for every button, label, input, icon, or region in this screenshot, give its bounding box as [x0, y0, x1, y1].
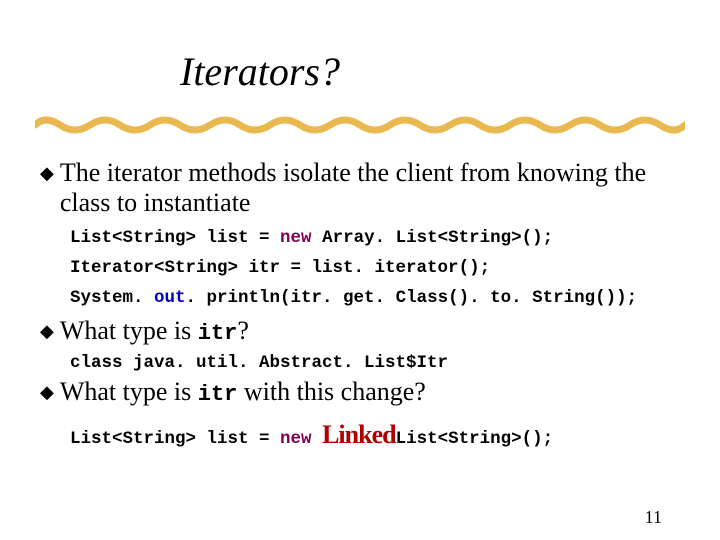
bullet-2-b: ? [237, 316, 249, 345]
code-line-4: class java. util. Abstract. List$Itr [70, 353, 680, 373]
linked-word: Linked [322, 420, 396, 449]
keyword-new: new [280, 228, 312, 248]
keyword-out: out [154, 288, 186, 308]
title-underline [35, 110, 685, 140]
bullet-3-b: with this change? [237, 377, 425, 406]
code-1-a: List<String> list = [70, 228, 280, 248]
bullet-3-code: itr [198, 382, 238, 407]
code-line-2: Iterator<String> itr = list. iterator(); [70, 258, 680, 278]
bullet-1-text: The iterator methods isolate the client … [60, 158, 680, 218]
code-5-c: List<String>(); [396, 429, 554, 449]
bullet-2: ◆ What type is itr? [40, 316, 680, 349]
slide-title: Iterators? [180, 50, 340, 94]
code-3-b: . println(itr. get. Class(). to. String(… [186, 288, 638, 308]
slide-body: ◆ The iterator methods isolate the clien… [40, 152, 680, 454]
bullet-3-a: What type is [60, 377, 198, 406]
bullet-3-text: What type is itr with this change? [60, 377, 426, 410]
bullet-2-code: itr [198, 321, 238, 346]
code-3-a: System. [70, 288, 154, 308]
bullet-icon: ◆ [40, 377, 54, 407]
bullet-2-a: What type is [60, 316, 198, 345]
bullet-icon: ◆ [40, 158, 54, 188]
slide: Iterators? ◆ The iterator methods isolat… [0, 0, 720, 540]
bullet-2-text: What type is itr? [60, 316, 249, 349]
code-1-b: Array. List<String>(); [312, 228, 554, 248]
code-line-3: System. out. println(itr. get. Class(). … [70, 288, 680, 308]
keyword-new: new [280, 429, 312, 449]
code-line-1: List<String> list = new Array. List<Stri… [70, 228, 680, 248]
bullet-icon: ◆ [40, 316, 54, 346]
code-line-5: List<String> list = new LinkedList<Strin… [70, 420, 680, 450]
code-5-b [312, 429, 323, 449]
bullet-3: ◆ What type is itr with this change? [40, 377, 680, 410]
page-number: 11 [645, 507, 662, 528]
bullet-1: ◆ The iterator methods isolate the clien… [40, 158, 680, 218]
code-5-a: List<String> list = [70, 429, 280, 449]
